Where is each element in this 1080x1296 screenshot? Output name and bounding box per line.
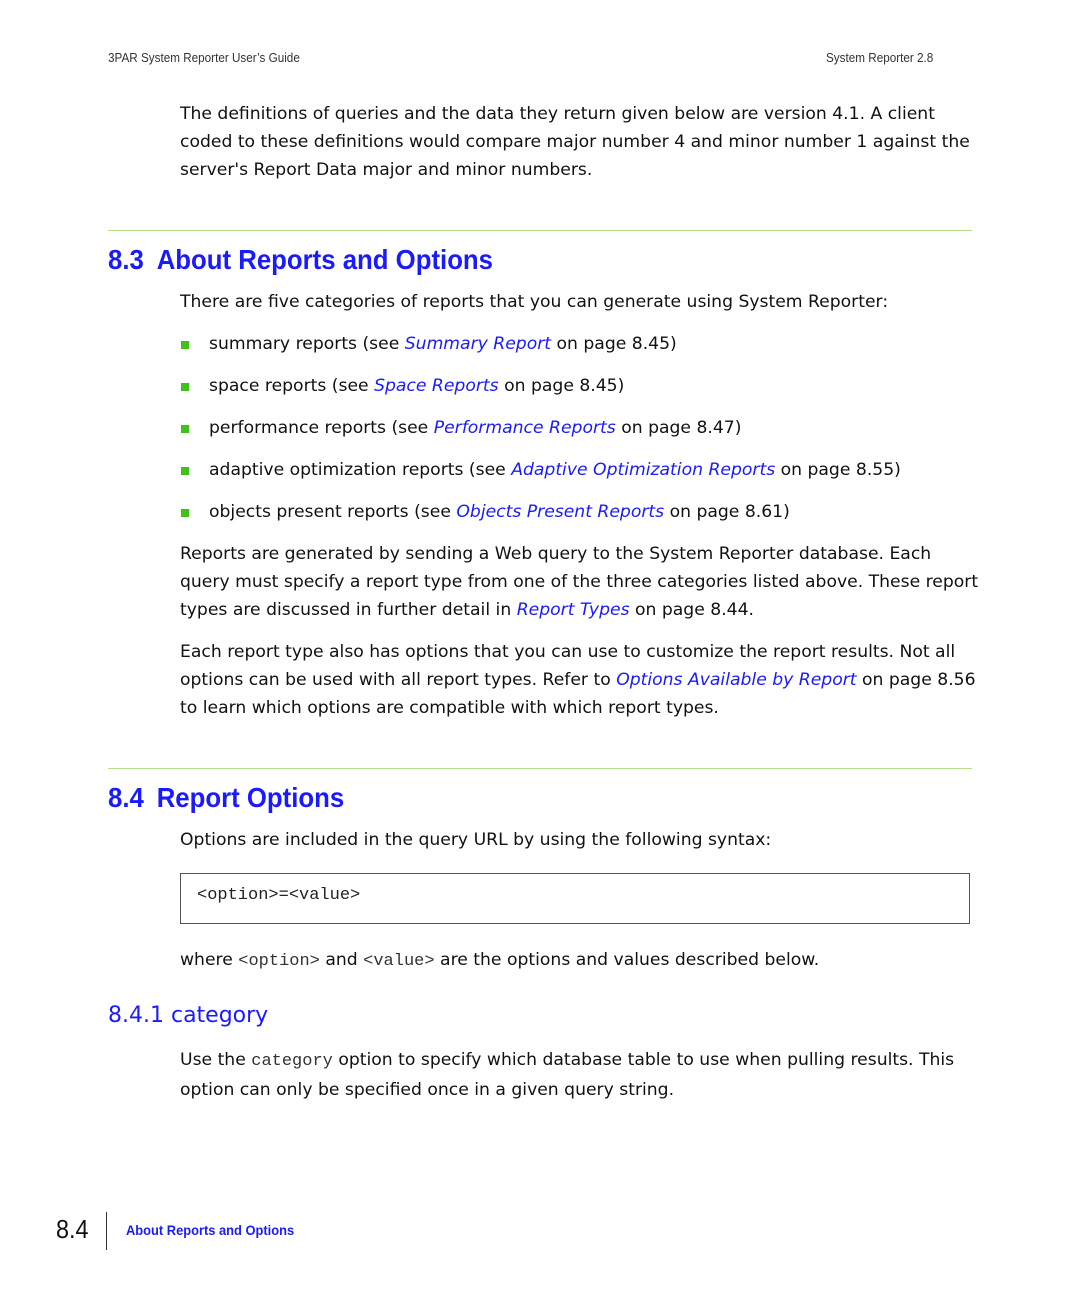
- intro-paragraph: The definitions of queries and the data …: [180, 104, 970, 180]
- section-lead: There are five categories of reports tha…: [180, 292, 889, 312]
- report-options-paragraph: Each report type also has options that y…: [180, 642, 976, 718]
- inline-code: <option>: [238, 952, 320, 971]
- running-header-title: 3PAR System Reporter User’s Guide: [108, 50, 300, 65]
- section-heading-8-4: 8.4 Report Options: [108, 782, 344, 814]
- syntax-code-block: <option>=<value>: [180, 873, 970, 924]
- section-title: About Reports and Options: [156, 244, 493, 275]
- inline-code: <value>: [363, 952, 435, 971]
- list-item: space reports (see Space Reports on page…: [180, 372, 980, 414]
- bullet-square-icon: [181, 509, 189, 517]
- section-divider: [108, 768, 972, 769]
- cross-reference-link[interactable]: Report Types: [517, 600, 630, 620]
- section-title: Report Options: [156, 782, 345, 813]
- code-text: <option>=<value>: [197, 886, 361, 905]
- cross-reference-link[interactable]: Objects Present Reports: [456, 502, 664, 522]
- section-heading-8-3: 8.3 About Reports and Options: [108, 244, 493, 276]
- bullet-square-icon: [181, 467, 189, 475]
- list-item: adaptive optimization reports (see Adapt…: [180, 456, 980, 498]
- list-item: objects present reports (see Objects Pre…: [180, 498, 980, 540]
- report-query-paragraph: Reports are generated by sending a Web q…: [180, 544, 979, 620]
- cross-reference-link[interactable]: Space Reports: [374, 376, 499, 396]
- bullet-square-icon: [181, 425, 189, 433]
- running-footer-section: About Reports and Options: [126, 1222, 295, 1238]
- list-item: summary reports (see Summary Report on p…: [180, 330, 980, 372]
- subsection-heading: 8.4.1 category: [108, 1003, 269, 1028]
- section-lead: Options are included in the query URL by…: [180, 830, 772, 850]
- inline-code: category: [251, 1052, 333, 1071]
- section-number: 8.4: [108, 782, 144, 813]
- cross-reference-link[interactable]: Options Available by Report: [616, 670, 856, 690]
- section-number: 8.3: [108, 244, 144, 275]
- report-category-list: summary reports (see Summary Report on p…: [180, 330, 980, 540]
- cross-reference-link[interactable]: Adaptive Optimization Reports: [511, 460, 775, 480]
- cross-reference-link[interactable]: Performance Reports: [434, 418, 616, 438]
- bullet-square-icon: [181, 341, 189, 349]
- category-paragraph: Use the category option to specify which…: [180, 1050, 955, 1100]
- section-divider: [108, 230, 972, 231]
- where-paragraph: where <option> and <value> are the optio…: [180, 950, 820, 971]
- cross-reference-link[interactable]: Summary Report: [405, 334, 551, 354]
- footer-divider: [106, 1212, 107, 1250]
- page-number: 8.4: [56, 1214, 89, 1244]
- running-header-version: System Reporter 2.8: [826, 50, 934, 65]
- bullet-square-icon: [181, 383, 189, 391]
- list-item: performance reports (see Performance Rep…: [180, 414, 980, 456]
